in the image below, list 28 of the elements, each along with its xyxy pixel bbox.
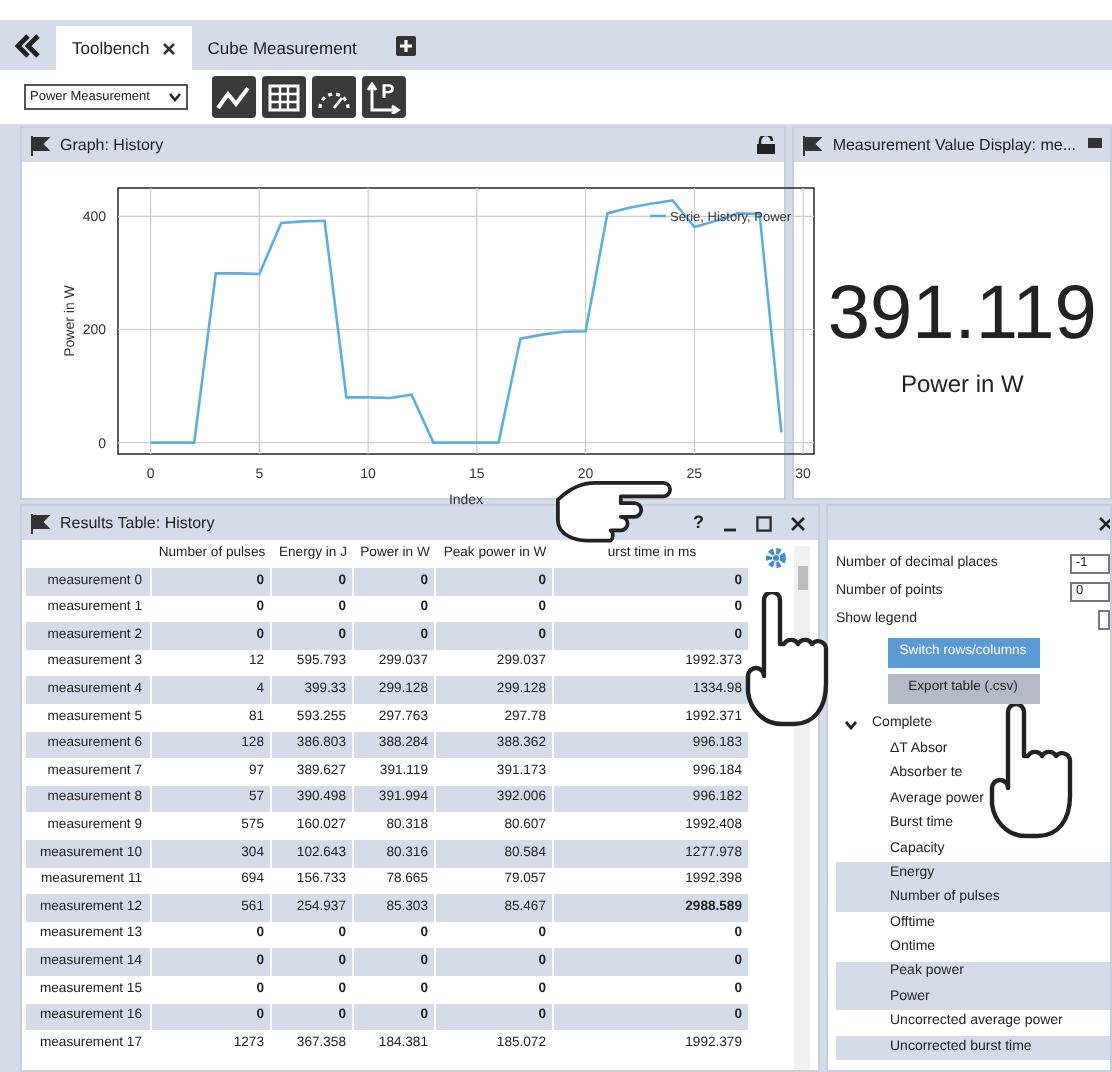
hand-pointer-icon	[988, 704, 1076, 844]
unit-label: Power in W	[900, 368, 1024, 402]
tab[interactable]: Cube Measurement	[191, 26, 373, 70]
scrollbar-thumb[interactable]	[797, 566, 807, 590]
panel-title: Graph: History	[60, 133, 166, 157]
add-tab-icon[interactable]	[396, 36, 417, 56]
close-icon[interactable]	[790, 515, 806, 531]
line-chart-button[interactable]	[212, 76, 256, 118]
table-button[interactable]	[262, 76, 306, 118]
lock-icon[interactable]	[756, 136, 777, 154]
line-chart-icon	[216, 83, 252, 111]
chevron-icon[interactable]	[844, 720, 858, 730]
settings-icon[interactable]	[764, 546, 788, 570]
maximize-icon[interactable]	[756, 515, 772, 531]
tab[interactable]: Toolbench	[56, 26, 192, 70]
measurement-value: 391.119	[827, 274, 1097, 354]
chevron-down-icon	[168, 92, 182, 102]
table-icon	[268, 83, 300, 111]
collapse-icon[interactable]	[14, 34, 42, 58]
panel-title: Measurement Value Display: me...	[832, 133, 1076, 157]
close-icon[interactable]	[1098, 515, 1110, 531]
help-button[interactable]: ?	[693, 509, 704, 537]
gauge-button[interactable]	[312, 76, 356, 118]
panel-title: Results Table: History	[60, 511, 217, 535]
dropdown[interactable]	[1098, 610, 1110, 630]
close-icon[interactable]	[161, 41, 176, 55]
axes-button[interactable]: P	[362, 76, 406, 118]
axes-icon	[366, 81, 402, 113]
